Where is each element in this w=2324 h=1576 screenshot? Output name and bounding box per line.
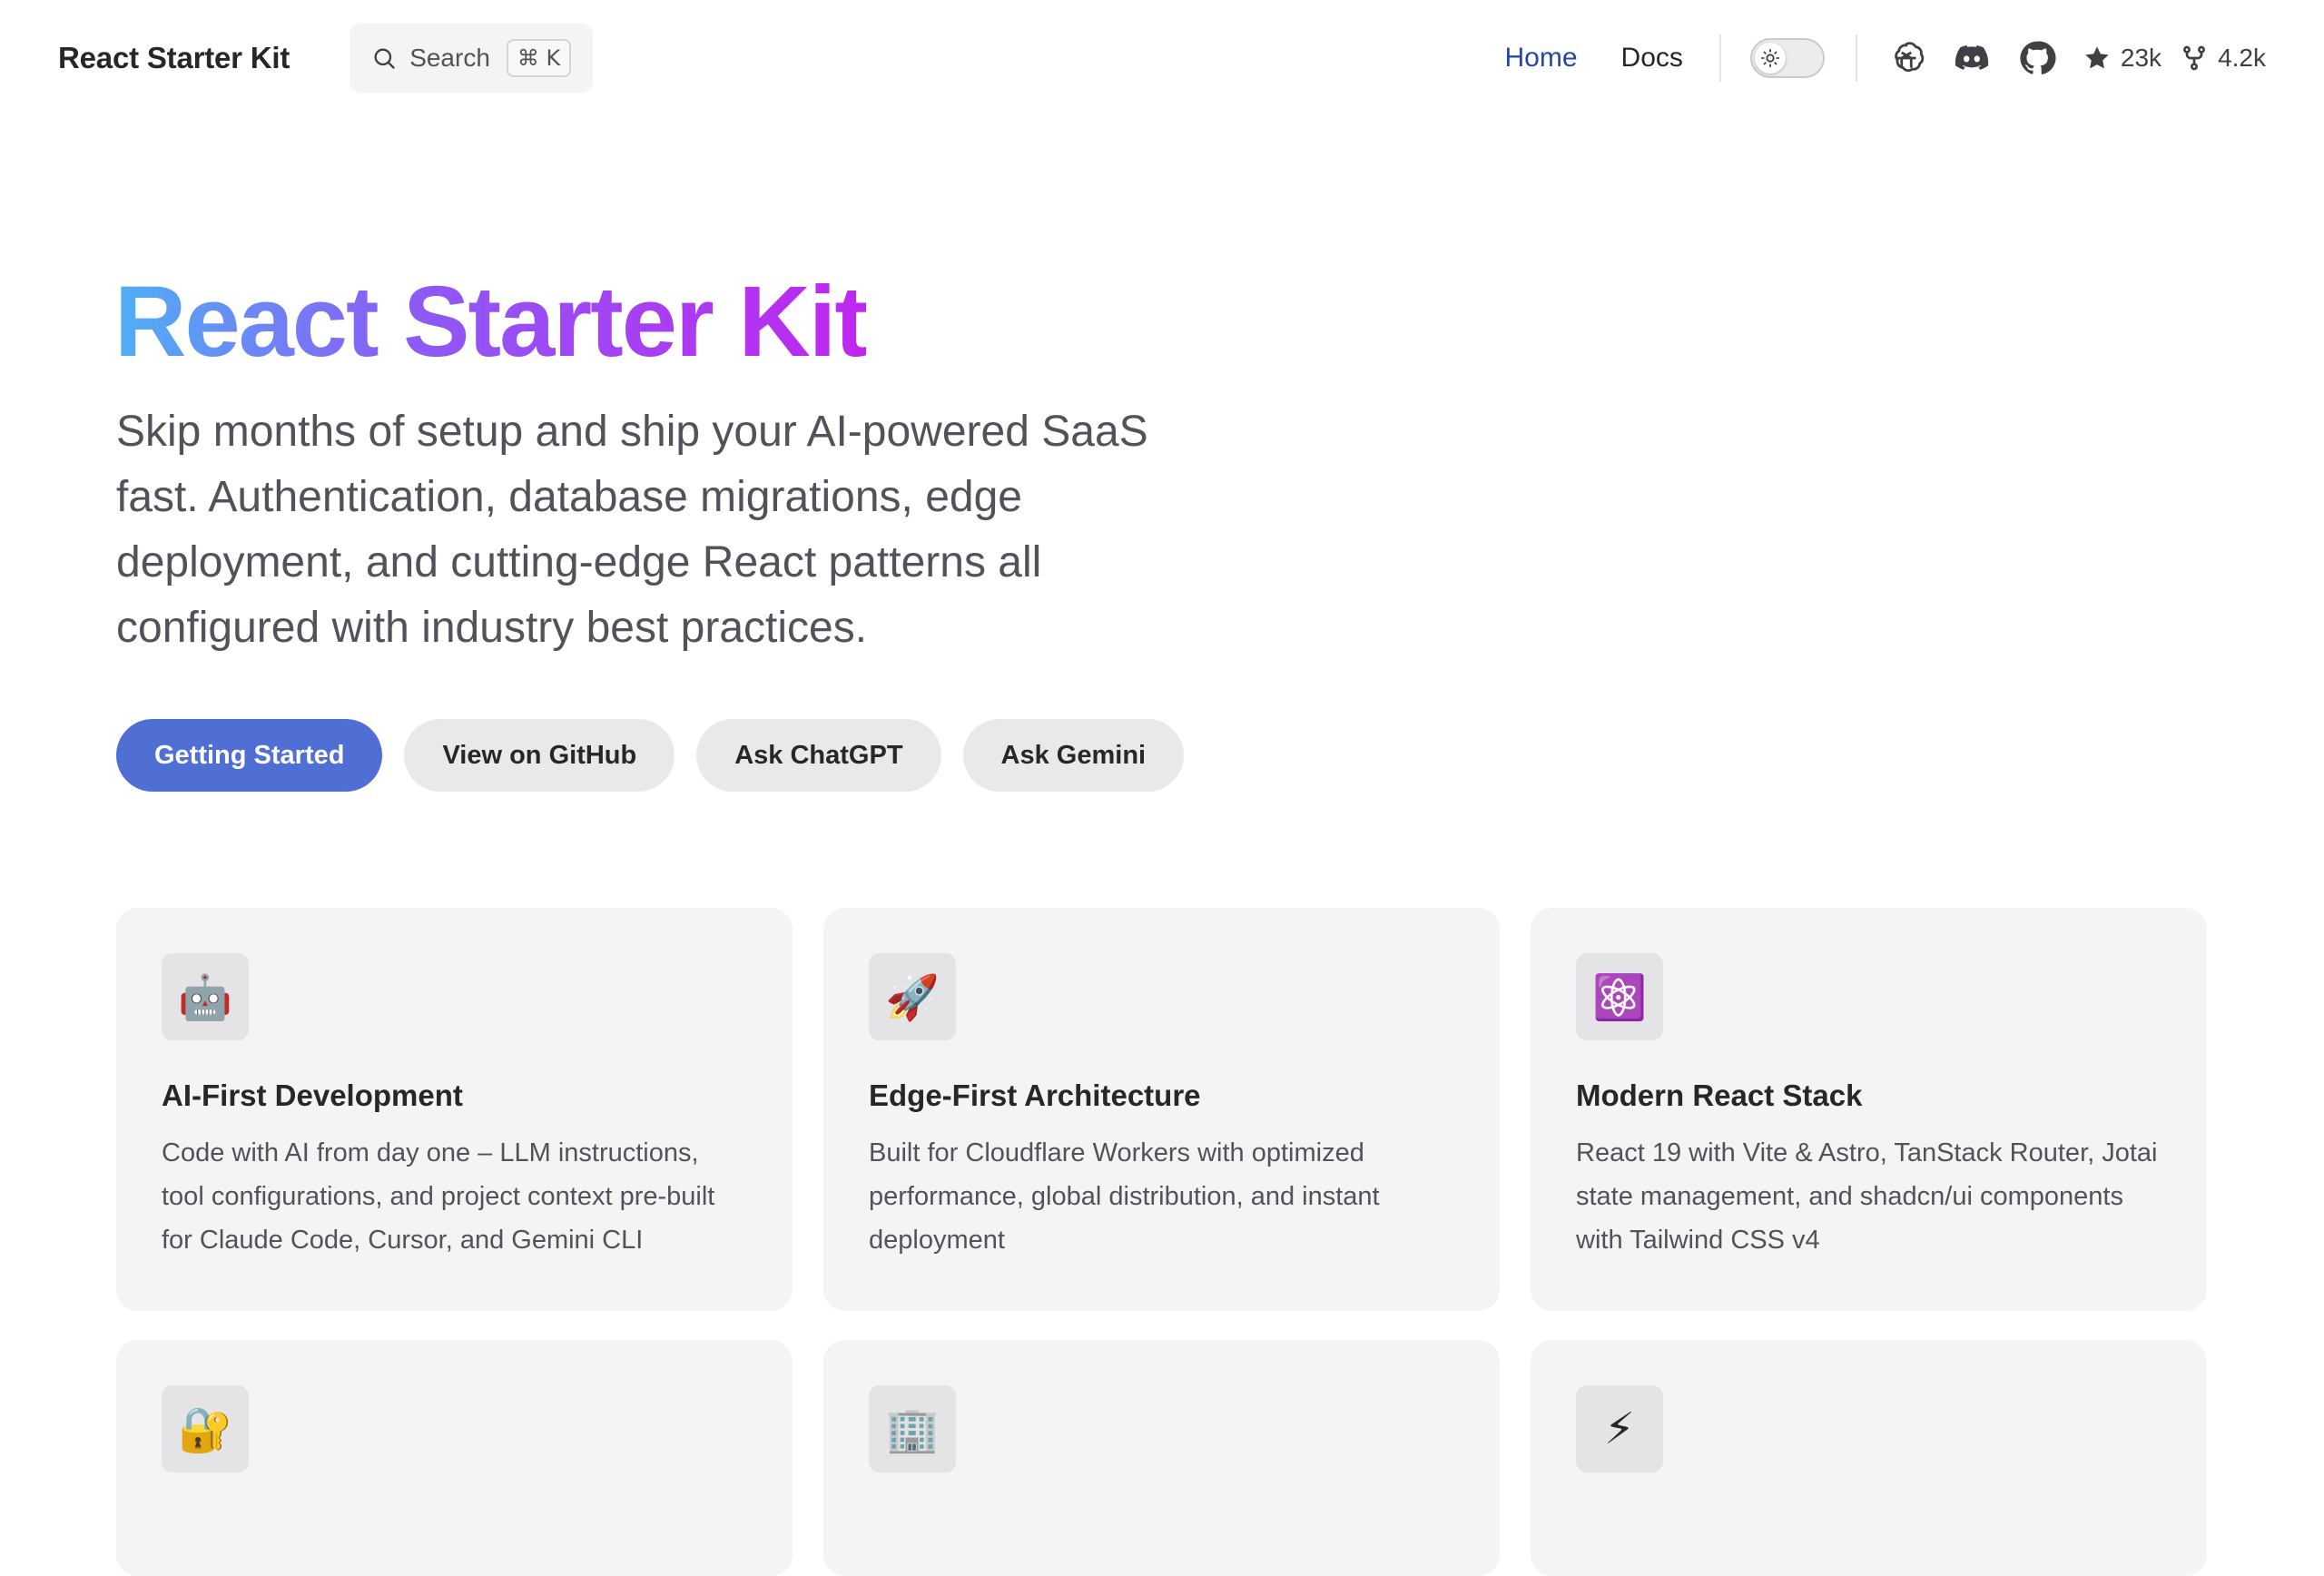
feature-description: React 19 with Vite & Astro, TanStack Rou… (1576, 1138, 2158, 1255)
getting-started-button[interactable]: Getting Started (116, 719, 383, 792)
brand-logo-text[interactable]: React Starter Kit (58, 41, 290, 75)
hero-title: React Starter Kit (114, 263, 868, 381)
github-link[interactable] (2017, 38, 2057, 78)
nav-link-docs[interactable]: Docs (1621, 43, 1683, 74)
feature-title: AI-First Development (162, 1079, 463, 1112)
search-shortcut-badge: ⌘ K (506, 39, 572, 77)
feature-title: Edge-First Architecture (869, 1079, 1201, 1112)
header-divider (1855, 34, 1857, 82)
stars-count: 23k (2120, 44, 2162, 72)
discord-link[interactable] (1952, 38, 1992, 78)
header-divider (1718, 34, 1721, 82)
atom-icon: ⚛️ (1576, 953, 1663, 1040)
ask-gemini-button[interactable]: Ask Gemini (962, 719, 1185, 792)
lock-icon: 🔐 (162, 1385, 249, 1473)
search-button[interactable]: Search ⌘ K (350, 24, 594, 93)
feature-card-performance: ⚡ (1531, 1340, 2207, 1576)
feature-card-edge-first: 🚀 Edge-First Architecture Built for Clou… (823, 908, 1500, 1311)
robot-icon: 🤖 (162, 953, 249, 1040)
hero-cta-group: Getting Started View on GitHub Ask ChatG… (116, 719, 1206, 792)
lightning-icon: ⚡ (1576, 1385, 1663, 1473)
building-icon: 🏢 (869, 1385, 956, 1473)
github-stars[interactable]: 23k (2083, 44, 2162, 73)
theme-toggle-knob (1754, 43, 1786, 74)
search-icon (374, 48, 395, 69)
hero-subtitle: Skip months of setup and ship your AI-po… (116, 408, 1148, 652)
forks-count: 4.2k (2218, 44, 2266, 72)
nav-link-home[interactable]: Home (1505, 43, 1578, 74)
ask-chatgpt-button[interactable]: Ask ChatGPT (696, 719, 941, 792)
rocket-icon: 🚀 (869, 953, 956, 1040)
feature-description: Code with AI from day one – LLM instruct… (162, 1138, 715, 1255)
star-icon (2085, 46, 2109, 69)
github-icon (2020, 41, 2056, 74)
theme-toggle[interactable] (1749, 38, 1825, 78)
discord-icon (1955, 45, 1989, 70)
feature-card-ai-first: 🤖 AI-First Development Code with AI from… (116, 908, 793, 1311)
search-label: Search (409, 44, 490, 72)
feature-description: Built for Cloudflare Workers with optimi… (869, 1138, 1380, 1255)
sun-icon (1760, 48, 1779, 68)
chatgpt-link[interactable] (1886, 38, 1926, 78)
chatgpt-icon (1895, 42, 1925, 73)
view-on-github-button[interactable]: View on GitHub (404, 719, 675, 792)
feature-grid: 🤖 AI-First Development Code with AI from… (116, 908, 2208, 1576)
site-header: React Starter Kit Search ⌘ K Home Docs 2… (0, 0, 2324, 116)
feature-card-enterprise: 🏢 (823, 1340, 1500, 1576)
github-forks[interactable]: 4.2k (2180, 44, 2266, 73)
feature-title: Modern React Stack (1576, 1079, 1863, 1112)
header-nav: Home Docs 23k 4.2k (1505, 34, 2266, 82)
feature-card-security: 🔐 (116, 1340, 793, 1576)
fork-icon (2183, 45, 2206, 71)
feature-card-modern-react: ⚛️ Modern React Stack React 19 with Vite… (1531, 908, 2207, 1311)
